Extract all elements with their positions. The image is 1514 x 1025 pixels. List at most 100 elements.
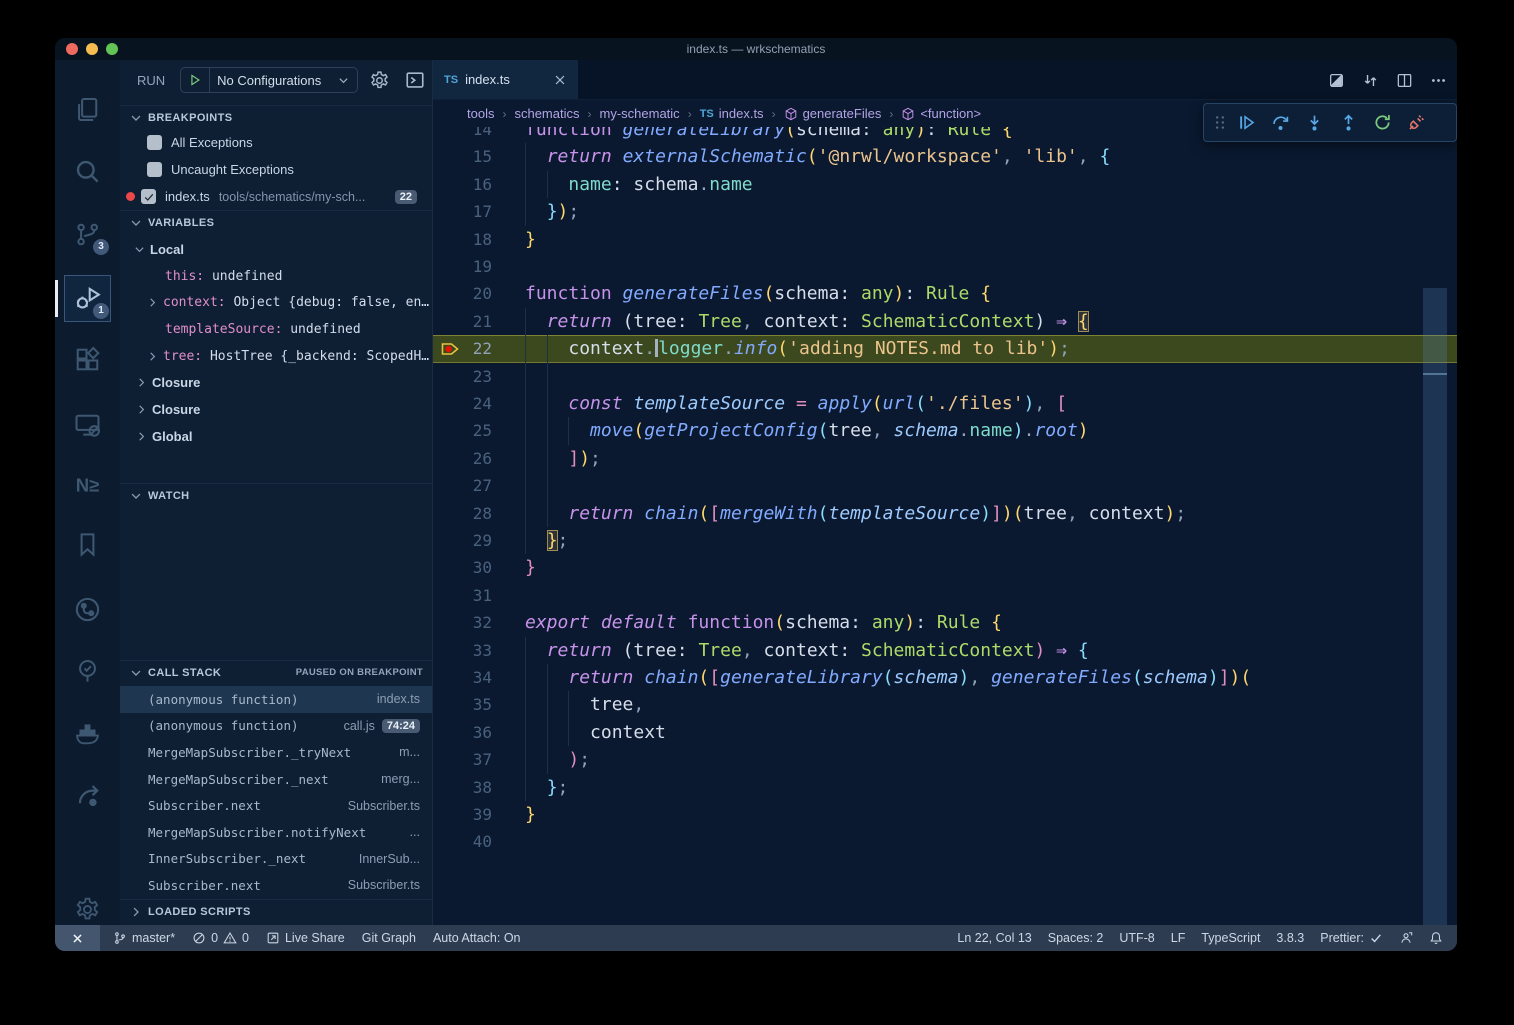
breadcrumb-item-generatefiles[interactable]: generateFiles [784,106,882,121]
variable-row[interactable]: Global [120,423,432,450]
breakpoint-checkbox[interactable] [147,135,162,150]
configure-gear-button[interactable] [369,70,390,91]
loaded-scripts-section-header[interactable]: LOADED SCRIPTS [120,899,432,923]
status-item-live-share[interactable]: Live Share [266,931,345,945]
more-actions-icon[interactable] [1430,72,1447,89]
status-item-notifications[interactable] [1429,931,1443,945]
status-item-indentation[interactable]: Spaces: 2 [1048,931,1104,945]
debug-console-button[interactable] [405,70,425,90]
activity-bar-item-git-graph[interactable] [64,586,111,633]
call-stack-frame[interactable]: (anonymous function)index.ts [120,686,432,713]
activity-bar-item-live-share[interactable] [64,773,111,820]
code-line-36[interactable]: 36 context [433,719,1457,746]
disconnect-button[interactable] [1399,108,1433,138]
activity-bar-item-source-control[interactable]: 3 [64,211,111,258]
activity-bar-item-run-and-debug[interactable]: 1 [64,275,111,322]
code-line-21[interactable]: 21 return (tree: Tree, context: Schemati… [433,308,1457,335]
status-item-cursor-position[interactable]: Ln 22, Col 13 [957,931,1031,945]
call-stack-frame[interactable]: MergeMapSubscriber.notifyNext... [120,819,432,846]
breadcrumb-item-my-schematic[interactable]: my-schematic [600,106,680,121]
breakpoint-checkbox[interactable] [147,162,162,177]
status-item-eol[interactable]: LF [1171,931,1186,945]
variable-row[interactable]: tree: HostTree {_backend: ScopedH… [120,343,432,370]
variable-row[interactable]: templateSource: undefined [120,316,432,343]
code-line-25[interactable]: 25 move(getProjectConfig(tree, schema.na… [433,417,1457,444]
breadcrumb-item--function-[interactable]: <function> [901,106,981,121]
call-stack-frame[interactable]: (anonymous function)call.js74:24 [120,713,432,740]
activity-bar-item-testing[interactable] [64,648,111,695]
code-line-35[interactable]: 35 tree, [433,691,1457,718]
code-line-32[interactable]: 32export default function(schema: any): … [433,609,1457,636]
variable-row[interactable]: context: Object {debug: false, en… [120,289,432,316]
variable-row[interactable]: Closure [120,396,432,423]
activity-bar-item-bookmarks[interactable] [64,521,111,568]
split-editor-icon[interactable] [1396,72,1413,89]
remote-indicator[interactable] [55,925,100,951]
code-line-29[interactable]: 29 }; [433,527,1457,554]
status-item-language-mode[interactable]: TypeScript [1201,931,1260,945]
step-into-button[interactable] [1297,108,1331,138]
status-item-git-graph[interactable]: Git Graph [362,931,416,945]
restart-button[interactable] [1365,108,1399,138]
code-line-34[interactable]: 34 return chain([generateLibrary(schema)… [433,664,1457,691]
code-line-26[interactable]: 26 ]); [433,445,1457,472]
activity-bar-item-nx-console[interactable]: N≥ [64,461,111,508]
breadcrumb-item-schematics[interactable]: schematics [514,106,579,121]
breadcrumb-item-index-ts[interactable]: TSindex.ts [700,106,764,121]
status-item-auto-attach[interactable]: Auto Attach: On [433,931,521,945]
variable-row[interactable]: Local [120,236,432,263]
continue-button[interactable] [1229,108,1263,138]
breakpoints-section-header[interactable]: BREAKPOINTS [120,105,432,129]
open-changes-icon[interactable] [1328,72,1345,89]
status-item-branch[interactable]: master* [113,931,175,945]
code-line-39[interactable]: 39} [433,801,1457,828]
code-line-33[interactable]: 33 return (tree: Tree, context: Schemati… [433,637,1457,664]
code-line-15[interactable]: 15 return externalSchematic('@nrwl/works… [433,143,1457,170]
call-stack-frame[interactable]: Subscriber.nextSubscriber.ts [120,792,432,819]
breakpoint-row[interactable]: All Exceptions [120,129,432,156]
breakpoint-row[interactable]: Uncaught Exceptions [120,156,432,183]
breadcrumb-item-tools[interactable]: tools [467,106,494,121]
code-line-16[interactable]: 16 name: schema.name [433,171,1457,198]
activity-bar-item-remote-explorer[interactable] [64,401,111,448]
activity-bar-item-search[interactable] [64,148,111,195]
status-item-ts-version[interactable]: 3.8.3 [1276,931,1304,945]
maximize-window-button[interactable] [106,43,118,55]
code-line-30[interactable]: 30} [433,554,1457,581]
tab-index-ts[interactable]: TS index.ts [433,60,578,99]
watch-section-header[interactable]: WATCH [120,483,432,507]
code-line-37[interactable]: 37 ); [433,746,1457,773]
step-out-button[interactable] [1331,108,1365,138]
variables-section-header[interactable]: VARIABLES [120,210,432,234]
code-line-24[interactable]: 24 const templateSource = apply(url('./f… [433,390,1457,417]
close-window-button[interactable] [66,43,78,55]
code-line-40[interactable]: 40 [433,828,1457,855]
close-icon[interactable] [553,73,567,87]
code-line-27[interactable]: 27 [433,472,1457,499]
drag-handle-button[interactable] [1211,108,1229,138]
compare-changes-icon[interactable] [1362,72,1379,89]
activity-bar-item-explorer[interactable] [64,86,111,133]
code-line-19[interactable]: 19 [433,253,1457,280]
code-line-28[interactable]: 28 return chain([mergeWith(templateSourc… [433,500,1457,527]
minimize-window-button[interactable] [86,43,98,55]
call-stack-frame[interactable]: Subscriber.nextSubscriber.ts [120,872,432,899]
editor-scrollbar[interactable] [1423,288,1447,925]
call-stack-section-header[interactable]: CALL STACK PAUSED ON BREAKPOINT [120,660,432,684]
code-line-31[interactable]: 31 [433,582,1457,609]
activity-bar-item-docker[interactable] [64,711,111,758]
code-line-17[interactable]: 17 }); [433,198,1457,225]
breakpoint-row[interactable]: index.tstools/schematics/my-sch...22 [120,183,432,210]
call-stack-frame[interactable]: MergeMapSubscriber._tryNextm... [120,739,432,766]
code-line-18[interactable]: 18} [433,226,1457,253]
activity-bar-item-extensions[interactable] [64,336,111,383]
status-item-prettier[interactable]: Prettier: [1320,931,1383,945]
status-item-problems[interactable]: 00 [192,931,249,945]
variable-row[interactable]: Closure [120,370,432,397]
call-stack-frame[interactable]: MergeMapSubscriber._nextmerg... [120,766,432,793]
variable-row[interactable]: this: undefined [120,263,432,290]
code-line-38[interactable]: 38 }; [433,774,1457,801]
call-stack-frame[interactable]: InnerSubscriber._nextInnerSub... [120,846,432,873]
launch-configuration-dropdown[interactable]: No Configurations [180,67,358,93]
code-line-22[interactable]: 22 context.logger.info('adding NOTES.md … [433,335,1457,362]
